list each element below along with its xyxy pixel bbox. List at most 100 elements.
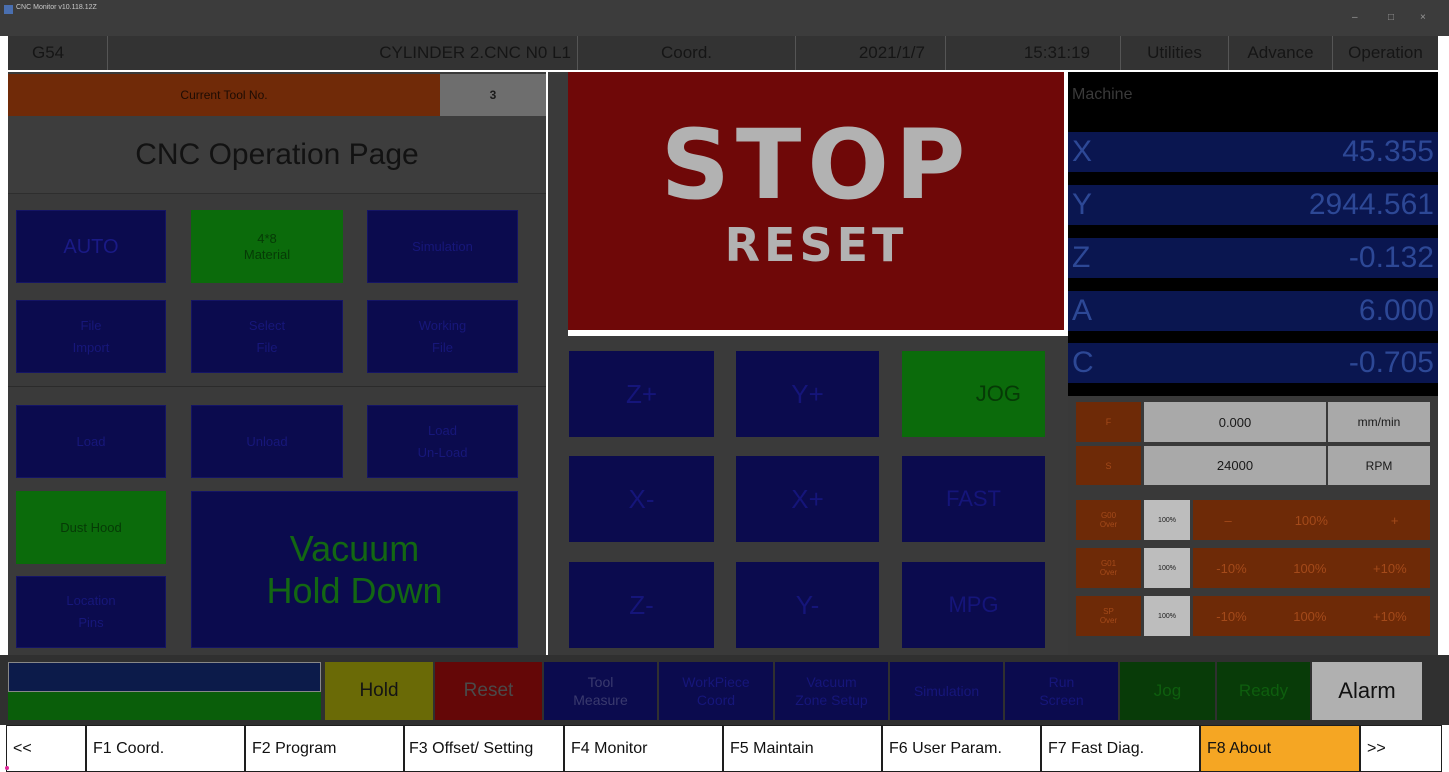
material-line-2: Material (243, 246, 291, 262)
load-unload-line-2: Un-Load (417, 444, 468, 460)
unload-button[interactable]: Unload (191, 405, 343, 478)
axis-value: -0.705 (1348, 346, 1434, 379)
location-pins-line-1: Location (66, 593, 116, 608)
g01-override-controls: -10% 100% +10% (1193, 548, 1430, 588)
workpiece-coord-button[interactable]: WorkPiece Coord (659, 662, 773, 720)
jog-y-plus-button[interactable]: Y+ (736, 351, 879, 437)
spindle-unit: RPM (1328, 446, 1430, 485)
axis-row-z: Z -0.132 (1068, 238, 1438, 278)
sp-label-1: SP (1103, 607, 1114, 616)
vacuum-line-1: Vacuum (289, 527, 420, 569)
current-tool-value: 3 (440, 74, 546, 116)
f5-maintain-button[interactable]: F5 Maintain (723, 725, 882, 772)
mpg-mode-button[interactable]: MPG (902, 562, 1045, 648)
advance-button[interactable]: Advance (1229, 36, 1333, 70)
jog-status-indicator: Jog (1120, 662, 1215, 720)
g01-override-value: 100% (1144, 548, 1190, 588)
f2-program-button[interactable]: F2 Program (245, 725, 404, 772)
load-unload-button[interactable]: Load Un-Load (367, 405, 518, 478)
sp-reset-button[interactable]: 100% (1293, 609, 1326, 624)
stop-margin (548, 72, 568, 336)
window-title: CNC Monitor v10.118.12Z (16, 4, 97, 11)
axis-value: 45.355 (1342, 135, 1434, 168)
coord-system-label: G54 (8, 36, 108, 70)
utilities-button[interactable]: Utilities (1121, 36, 1229, 70)
working-file-line-2: File (432, 339, 453, 355)
tool-measure-line-1: Tool (587, 674, 614, 690)
material-button[interactable]: 4*8 Material (191, 210, 343, 283)
operation-button[interactable]: Operation (1333, 36, 1438, 70)
sp-increase-button[interactable]: +10% (1373, 609, 1407, 624)
jog-mode-button[interactable]: JOG (902, 351, 1045, 437)
tool-measure-line-2: Measure (573, 692, 628, 708)
reset-button[interactable]: Reset (435, 662, 542, 720)
axis-row-a: A 6.000 (1068, 291, 1438, 331)
vacuum-hold-down-button[interactable]: Vacuum Hold Down (191, 491, 518, 648)
axis-value: -0.132 (1348, 241, 1434, 274)
g01-label-2: Over (1099, 568, 1118, 577)
g01-label-1: G01 (1100, 559, 1117, 568)
tool-measure-button[interactable]: Tool Measure (544, 662, 657, 720)
feed-value: 0.000 (1144, 402, 1326, 442)
jog-x-plus-button[interactable]: X+ (736, 456, 879, 542)
prev-page-button[interactable]: << (6, 725, 86, 772)
g00-decrease-button[interactable]: – (1224, 513, 1231, 528)
load-button[interactable]: Load (16, 405, 166, 478)
jog-x-minus-button[interactable]: X- (569, 456, 714, 542)
progress-bar (8, 692, 321, 720)
sp-decrease-button[interactable]: -10% (1216, 609, 1246, 624)
f8-about-button[interactable]: F8 About (1200, 725, 1360, 772)
cursor-marker (5, 766, 9, 770)
g00-override-controls: – 100% + (1193, 500, 1430, 540)
select-file-line-2: File (256, 339, 278, 355)
axis-value: 2944.561 (1308, 188, 1434, 221)
hold-button[interactable]: Hold (325, 662, 433, 720)
select-file-line-1: Select (248, 317, 286, 333)
axis-row-x: X 45.355 (1068, 132, 1438, 172)
stop-label: STOP (660, 109, 972, 221)
vacuum-zone-line-1: Vacuum (806, 674, 857, 690)
load-unload-line-1: Load (428, 422, 457, 438)
next-page-button[interactable]: >> (1360, 725, 1442, 772)
fast-mode-button[interactable]: FAST (902, 456, 1045, 542)
working-file-line-1: Working (418, 317, 467, 333)
axis-name: C (1072, 346, 1094, 379)
g01-decrease-button[interactable]: -10% (1216, 561, 1246, 576)
simulation-button[interactable]: Simulation (367, 210, 518, 283)
run-screen-line-2: Screen (1039, 692, 1084, 708)
program-name: CYLINDER 2.CNC N0 L1 (108, 36, 578, 70)
f4-monitor-button[interactable]: F4 Monitor (564, 725, 723, 772)
select-file-button[interactable]: Select File (191, 300, 343, 373)
spindle-label: S (1076, 446, 1141, 485)
g01-increase-button[interactable]: +10% (1373, 561, 1407, 576)
g01-reset-button[interactable]: 100% (1293, 561, 1326, 576)
g00-increase-button[interactable]: + (1391, 513, 1399, 528)
current-tool-label: Current Tool No. (8, 74, 440, 116)
axis-row-y: Y 2944.561 (1068, 185, 1438, 225)
jog-z-plus-button[interactable]: Z+ (569, 351, 714, 437)
f3-offset-setting-button[interactable]: F3 Offset/ Setting (404, 725, 564, 772)
f7-fast-diag-button[interactable]: F7 Fast Diag. (1041, 725, 1200, 772)
jog-z-minus-button[interactable]: Z- (569, 562, 714, 648)
f6-user-param-button[interactable]: F6 User Param. (882, 725, 1041, 772)
sp-over-label: SP Over (1076, 596, 1141, 636)
run-screen-button[interactable]: Run Screen (1005, 662, 1118, 720)
f1-coord-button[interactable]: F1 Coord. (86, 725, 245, 772)
close-button[interactable]: × (1420, 12, 1426, 23)
dust-hood-button[interactable]: Dust Hood (16, 491, 166, 564)
location-pins-button[interactable]: Location Pins (16, 576, 166, 648)
vacuum-zone-setup-button[interactable]: Vacuum Zone Setup (775, 662, 888, 720)
machine-label: Machine (1072, 86, 1133, 103)
auto-button[interactable]: AUTO (16, 210, 166, 283)
axis-name: Y (1072, 188, 1093, 221)
reset-label: RESET (724, 218, 908, 272)
simulation-bottom-button[interactable]: Simulation (890, 662, 1003, 720)
maximize-button[interactable]: □ (1388, 12, 1394, 23)
minimize-button[interactable]: – (1352, 12, 1358, 23)
axis-name: A (1072, 294, 1093, 327)
working-file-button[interactable]: Working File (367, 300, 518, 373)
alarm-button[interactable]: Alarm (1312, 662, 1422, 720)
file-import-button[interactable]: File Import (16, 300, 166, 373)
jog-y-minus-button[interactable]: Y- (736, 562, 879, 648)
g00-reset-button[interactable]: 100% (1295, 513, 1328, 528)
